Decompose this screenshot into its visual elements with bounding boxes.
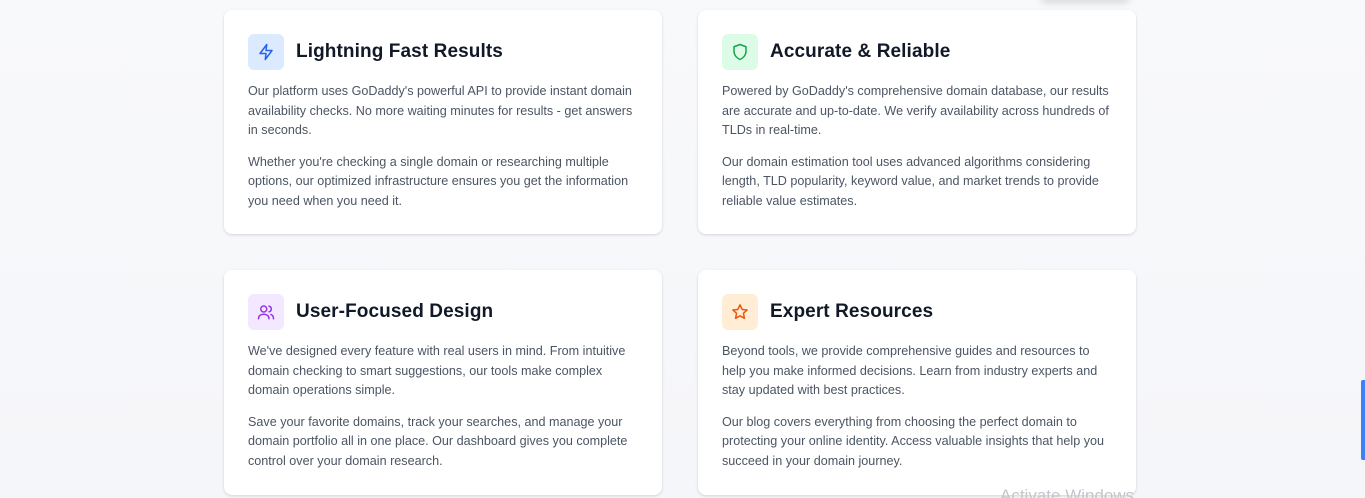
- card-header: User-Focused Design: [248, 294, 638, 330]
- users-icon: [248, 294, 284, 330]
- card-title: Accurate & Reliable: [770, 41, 951, 62]
- card-paragraph: Our blog covers everything from choosing…: [722, 414, 1105, 468]
- card-title: Expert Resources: [770, 301, 934, 322]
- card-paragraph: Whether you're checking a single domain …: [248, 154, 629, 208]
- card-paragraph: Save your favorite domains, track your s…: [248, 414, 628, 468]
- star-icon: [722, 294, 758, 330]
- card-paragraph: Our platform uses GoDaddy's powerful API…: [248, 84, 633, 138]
- card-paragraph: We've designed every feature with real u…: [248, 344, 626, 398]
- card-title: User-Focused Design: [296, 301, 494, 322]
- page: Lightning Fast Results Our platform uses…: [0, 0, 1365, 498]
- card-header: Accurate & Reliable: [722, 34, 1112, 70]
- feature-card-user-focused: User-Focused Design We've designed every…: [224, 270, 662, 495]
- card-header: Expert Resources: [722, 294, 1112, 330]
- card-paragraph: Powered by GoDaddy's comprehensive domai…: [722, 84, 1109, 138]
- card-header: Lightning Fast Results: [248, 34, 638, 70]
- lightning-icon: [248, 34, 284, 70]
- card-title: Lightning Fast Results: [296, 41, 503, 62]
- feature-card-lightning-fast: Lightning Fast Results Our platform uses…: [224, 10, 662, 234]
- feature-card-expert-resources: Expert Resources Beyond tools, we provid…: [698, 270, 1136, 495]
- scrollbar-thumb[interactable]: [1361, 380, 1365, 460]
- card-paragraph: Beyond tools, we provide comprehensive g…: [722, 344, 1098, 398]
- feature-card-accurate-reliable: Accurate & Reliable Powered by GoDaddy's…: [698, 10, 1136, 234]
- shield-icon: [722, 34, 758, 70]
- card-paragraph: Our domain estimation tool uses advanced…: [722, 154, 1099, 208]
- os-watermark: Activate Windows: [1000, 486, 1135, 498]
